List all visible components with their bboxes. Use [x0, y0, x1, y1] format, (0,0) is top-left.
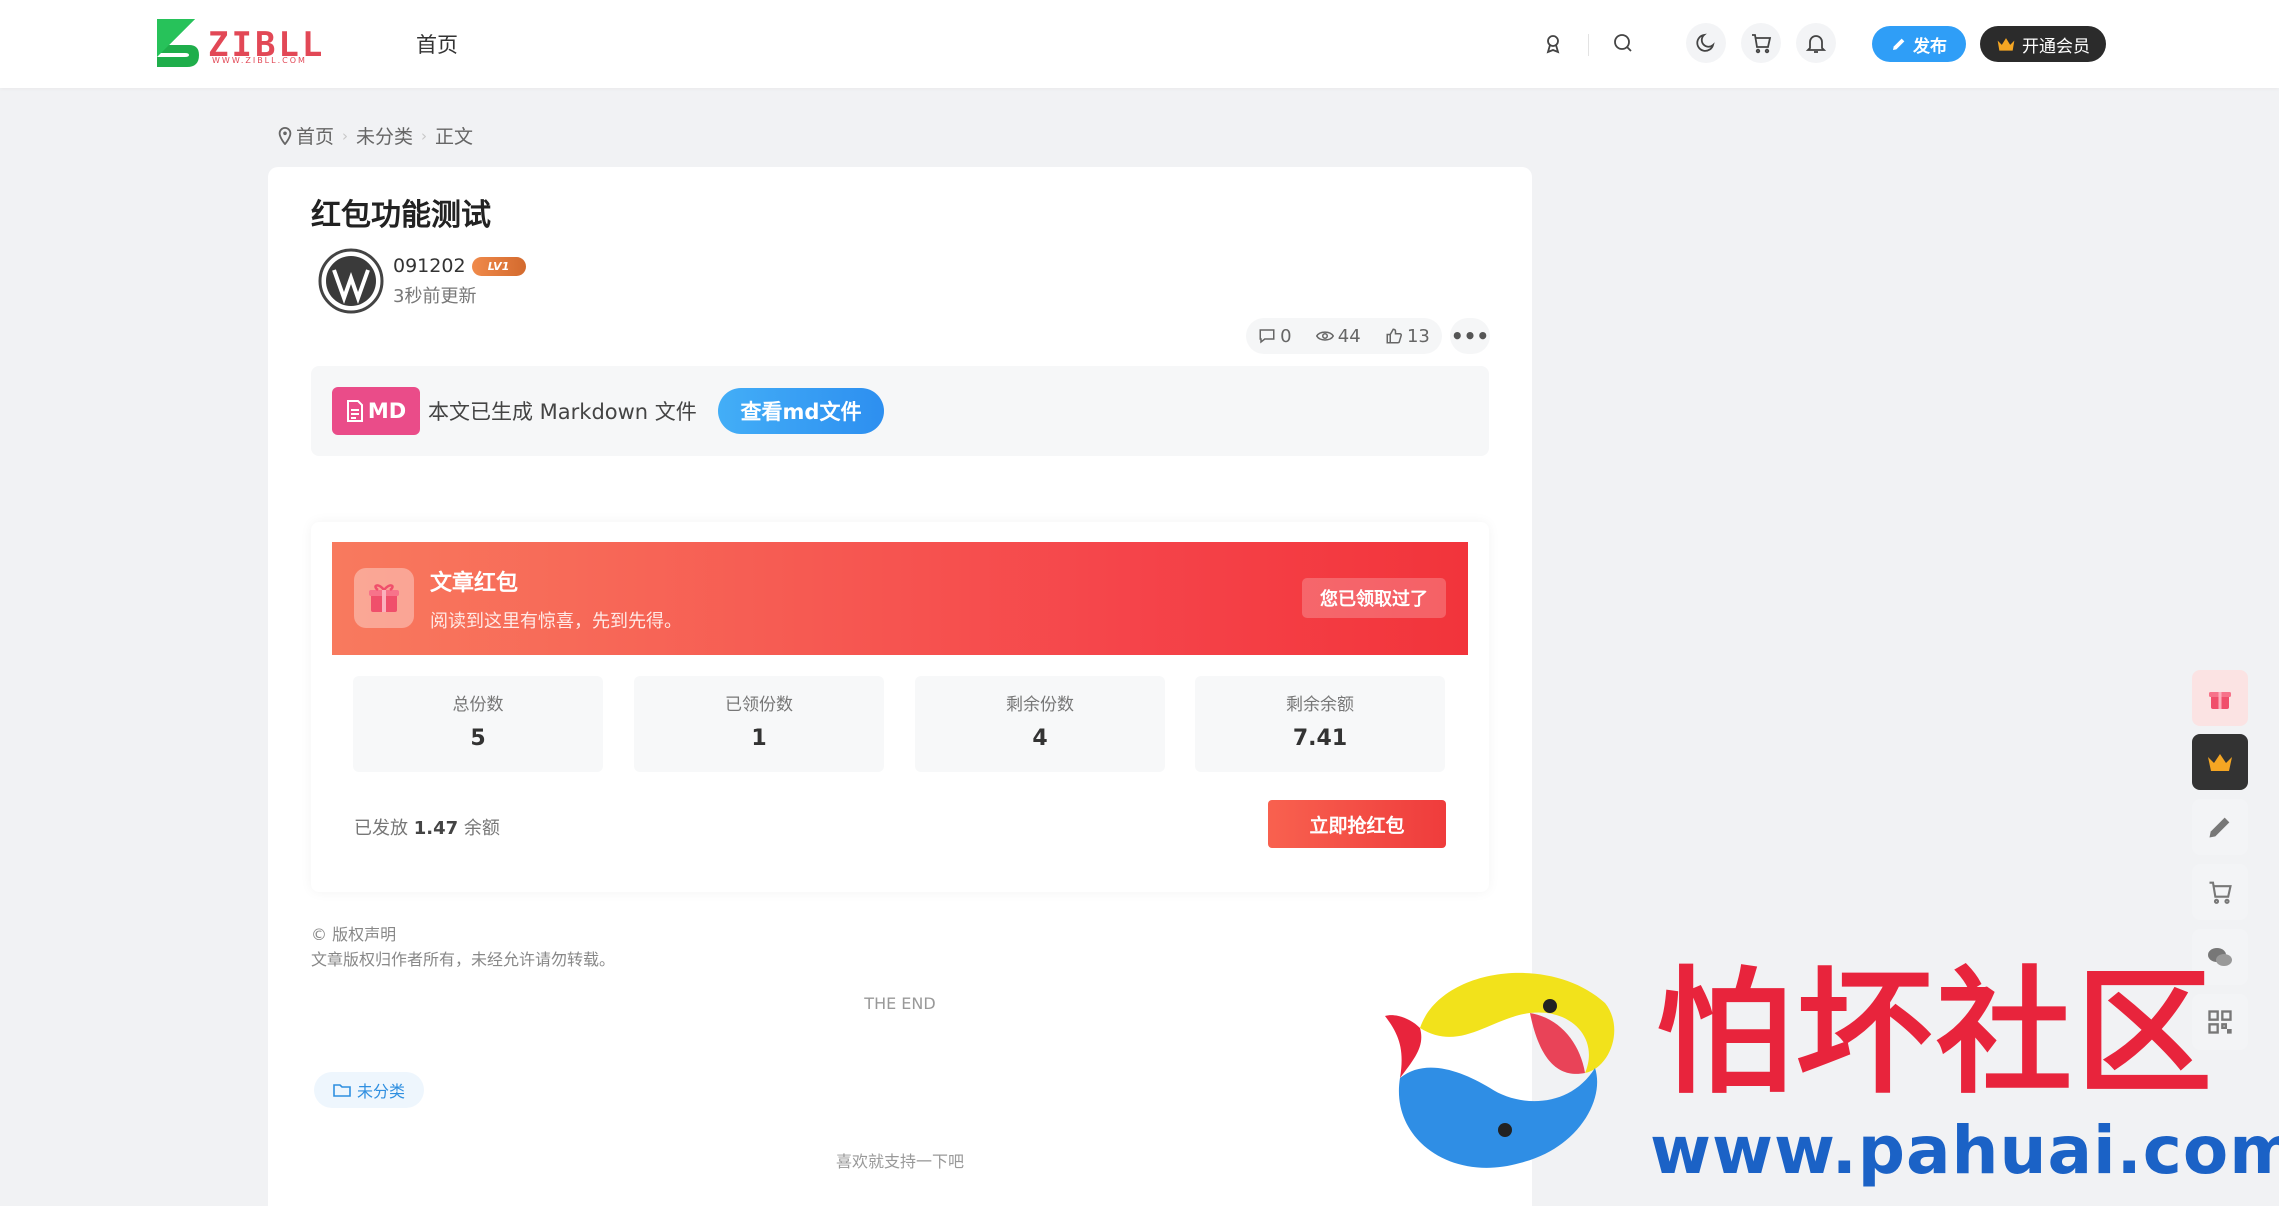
breadcrumb-category[interactable]: 未分类: [356, 122, 413, 149]
stat-label: 剩余余额: [1286, 695, 1354, 715]
stat-claimed: 已领份数 1: [634, 676, 884, 772]
float-red-packet-button[interactable]: [2192, 670, 2248, 726]
comment-count[interactable]: 0: [1258, 325, 1292, 347]
breadcrumb-separator: ›: [342, 126, 349, 145]
md-badge: MD: [332, 387, 420, 435]
pencil-icon: [1893, 38, 1905, 50]
red-packet-title: 文章红包: [430, 571, 519, 596]
watermark-name: 怕坏社区: [1656, 953, 2216, 1113]
author-avatar[interactable]: [318, 248, 384, 314]
folder-icon: [333, 1084, 351, 1097]
pin-icon: [278, 126, 292, 145]
stat-value: 5: [470, 726, 486, 751]
stat-label: 剩余份数: [1006, 695, 1074, 715]
notifications-button[interactable]: [1796, 23, 1836, 63]
logo-icon[interactable]: [155, 17, 201, 69]
stat-value: 7.41: [1292, 726, 1348, 751]
category-tag-label: 未分类: [356, 1082, 405, 1101]
view-count: 44: [1315, 325, 1361, 347]
cart-icon: [2209, 881, 2232, 904]
red-packet-gift: [354, 568, 414, 628]
dark-mode-toggle[interactable]: [1686, 23, 1726, 63]
comment-count-value: 0: [1280, 325, 1292, 347]
nav-home-link[interactable]: 首页: [416, 29, 458, 59]
thumb-up-icon: [1386, 328, 1402, 344]
stat-label: 总份数: [452, 695, 504, 715]
red-packet-header: [332, 542, 1468, 655]
stat-label: 已领份数: [725, 695, 793, 715]
stat-balance: 剩余余额 7.41: [1195, 676, 1445, 772]
float-cart-button[interactable]: [2192, 864, 2248, 920]
watermark-logo: [1385, 972, 1615, 1168]
publish-label: 发布: [1913, 36, 1947, 57]
locate-button[interactable]: [1533, 23, 1573, 63]
copyright-text: 文章版权归作者所有，未经允许请勿转载。: [311, 950, 616, 969]
cart-icon: [1752, 34, 1772, 54]
locate-icon: [1546, 35, 1560, 54]
comment-icon: [1259, 329, 1275, 344]
moon-icon: [1696, 33, 1715, 52]
bell-icon: [1805, 35, 1827, 53]
eye-icon: [1315, 331, 1334, 341]
breadcrumb-current: 正文: [435, 126, 474, 148]
more-icon: •••: [1450, 324, 1490, 348]
level-badge: LV1: [471, 256, 526, 276]
logo-subtext: WWW.ZIBLL.COM: [212, 56, 307, 65]
view-count-value: 44: [1337, 325, 1361, 347]
file-icon: [346, 400, 363, 422]
update-time: 3秒前更新: [393, 286, 477, 307]
md-badge-label: MD: [367, 399, 407, 423]
vip-label: 开通会员: [2022, 36, 2090, 57]
stat-value: 4: [1032, 726, 1048, 751]
search-icon: [1614, 34, 1632, 52]
gift-icon: [369, 584, 399, 612]
like-count-value: 13: [1406, 325, 1430, 347]
vip-button[interactable]: 开通会员: [1980, 26, 2106, 62]
category-tag[interactable]: 未分类: [314, 1072, 424, 1108]
distributed-amount: 1.47: [413, 818, 459, 839]
search-button[interactable]: [1603, 23, 1643, 63]
stat-total: 总份数 5: [353, 676, 603, 772]
float-vip-button[interactable]: [2192, 734, 2248, 790]
article-title: 红包功能测试: [311, 198, 491, 233]
crown-icon: [2208, 754, 2232, 771]
distributed-suffix: 余额: [463, 818, 500, 839]
distributed-prefix: 已发放: [354, 818, 408, 839]
stat-remaining: 剩余份数 4: [915, 676, 1165, 772]
gift-icon: [2209, 692, 2231, 709]
view-md-button[interactable]: 查看md文件: [718, 388, 884, 434]
article-meta: 0 44 13: [1246, 318, 1442, 354]
author-line: 091202 LV1: [393, 255, 526, 277]
grab-red-packet-button[interactable]: 立即抢红包: [1268, 800, 1446, 848]
author-name[interactable]: 091202: [393, 255, 466, 277]
claimed-badge: 您已领取过了: [1302, 578, 1446, 618]
breadcrumb-separator: ›: [421, 126, 428, 145]
header-divider: [1588, 34, 1589, 56]
watermark-url: www.pahuai.com: [1650, 1112, 2279, 1189]
like-count[interactable]: 13: [1385, 326, 1430, 347]
md-notice-text: 本文已生成 Markdown 文件: [428, 400, 697, 424]
distributed-text: 已发放 1.47 余额: [354, 814, 500, 840]
cart-button[interactable]: [1741, 23, 1781, 63]
float-write-button[interactable]: [2192, 799, 2248, 855]
breadcrumb: 首页 › 未分类 › 正文: [278, 122, 473, 149]
red-packet-subtitle: 阅读到这里有惊喜，先到先得。: [430, 611, 682, 632]
pencil-icon: [2209, 817, 2230, 838]
more-button[interactable]: •••: [1450, 318, 1490, 354]
stat-value: 1: [751, 726, 767, 751]
crown-icon: [1997, 38, 2015, 51]
publish-button[interactable]: 发布: [1872, 26, 1966, 62]
breadcrumb-home[interactable]: 首页: [296, 122, 334, 149]
copyright-heading: © 版权声明: [311, 925, 397, 944]
